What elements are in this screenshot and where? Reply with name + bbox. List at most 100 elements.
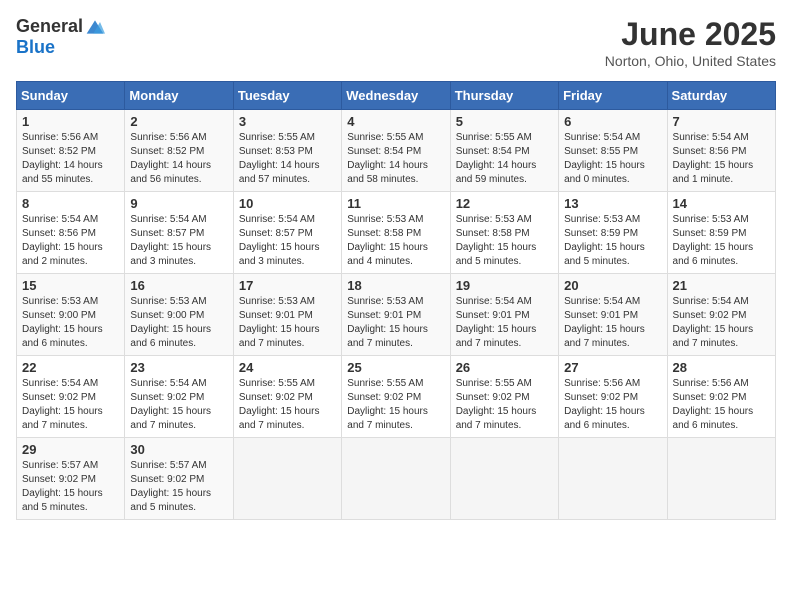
day-number: 7 bbox=[673, 114, 770, 129]
day-info: Sunrise: 5:54 AM Sunset: 9:01 PM Dayligh… bbox=[564, 295, 661, 351]
day-number: 29 bbox=[22, 442, 119, 457]
calendar-week-row: 29 Sunrise: 5:57 AM Sunset: 9:02 PM Dayli… bbox=[17, 438, 776, 520]
day-info: Sunrise: 5:54 AM Sunset: 9:02 PM Dayligh… bbox=[673, 295, 770, 351]
calendar-cell: 2 Sunrise: 5:56 AM Sunset: 8:52 PM Daylig… bbox=[125, 110, 233, 192]
calendar-cell: 8 Sunrise: 5:54 AM Sunset: 8:56 PM Daylig… bbox=[17, 192, 125, 274]
day-number: 22 bbox=[22, 360, 119, 375]
calendar-cell: 7 Sunrise: 5:54 AM Sunset: 8:56 PM Daylig… bbox=[667, 110, 775, 192]
logo-blue-text: Blue bbox=[16, 37, 55, 58]
calendar-cell: 22Sunrise: 5:54 AM Sunset: 9:02 PM Dayli… bbox=[17, 356, 125, 438]
location: Norton, Ohio, United States bbox=[605, 53, 776, 69]
day-info: Sunrise: 5:53 AM Sunset: 9:00 PM Dayligh… bbox=[130, 295, 227, 351]
logo: General Blue bbox=[16, 16, 105, 58]
day-number: 8 bbox=[22, 196, 119, 211]
day-number: 1 bbox=[22, 114, 119, 129]
calendar-cell: 5 Sunrise: 5:55 AM Sunset: 8:54 PM Daylig… bbox=[450, 110, 558, 192]
day-info: Sunrise: 5:54 AM Sunset: 8:56 PM Dayligh… bbox=[22, 213, 119, 269]
day-number: 14 bbox=[673, 196, 770, 211]
day-number: 9 bbox=[130, 196, 227, 211]
day-number: 30 bbox=[130, 442, 227, 457]
day-header-thursday: Thursday bbox=[450, 82, 558, 110]
day-info: Sunrise: 5:53 AM Sunset: 8:58 PM Dayligh… bbox=[456, 213, 553, 269]
calendar-cell: 26 Sunrise: 5:55 AM Sunset: 9:02 PM Dayli… bbox=[450, 356, 558, 438]
calendar-cell: 6 Sunrise: 5:54 AM Sunset: 8:55 PM Daylig… bbox=[559, 110, 667, 192]
day-info: Sunrise: 5:54 AM Sunset: 8:55 PM Dayligh… bbox=[564, 131, 661, 187]
day-number: 25 bbox=[347, 360, 444, 375]
calendar-week-row: 22 Sunrise: 5:54 AM Sunset: 9:02 PM Dayli… bbox=[17, 356, 776, 438]
day-number: 28 bbox=[673, 360, 770, 375]
calendar-cell: 17 Sunrise: 5:53 AM Sunset: 9:01 PM Dayli… bbox=[233, 274, 341, 356]
calendar-week-row: 1 Sunrise: 5:56 AM Sunset: 8:52 PM Daylig… bbox=[17, 110, 776, 192]
calendar-cell: 15 Sunrise: 5:53 AM Sunset: 9:00 PM Dayli… bbox=[17, 274, 125, 356]
day-header-monday: Monday bbox=[125, 82, 233, 110]
day-info: Sunrise: 5:55 AM Sunset: 9:02 PM Dayligh… bbox=[239, 377, 336, 433]
calendar-cell: 29 Sunrise: 5:57 AM Sunset: 9:02 PM Dayli… bbox=[17, 438, 125, 520]
logo-general-text: General bbox=[16, 16, 83, 37]
day-number: 13 bbox=[564, 196, 661, 211]
calendar-week-row: 8 Sunrise: 5:54 AM Sunset: 8:56 PM Daylig… bbox=[17, 192, 776, 274]
page-header: General Blue June 2025 Norton, Ohio, Uni… bbox=[16, 16, 776, 69]
calendar-cell: 1 Sunrise: 5:56 AM Sunset: 8:52 PM Daylig… bbox=[17, 110, 125, 192]
day-info: Sunrise: 5:54 AM Sunset: 9:02 PM Dayligh… bbox=[130, 377, 227, 433]
calendar-cell: 20 Sunrise: 5:54 AM Sunset: 9:01 PM Dayli… bbox=[559, 274, 667, 356]
day-number: 5 bbox=[456, 114, 553, 129]
day-info: Sunrise: 5:55 AM Sunset: 9:02 PM Dayligh… bbox=[347, 377, 444, 433]
day-number: 2 bbox=[130, 114, 227, 129]
day-number: 20 bbox=[564, 278, 661, 293]
calendar-cell: 13Sunrise: 5:53 AM Sunset: 8:59 PM Dayli… bbox=[559, 192, 667, 274]
day-number: 3 bbox=[239, 114, 336, 129]
month-title: June 2025 bbox=[605, 16, 776, 53]
day-number: 16 bbox=[130, 278, 227, 293]
calendar-cell: 9 Sunrise: 5:54 AM Sunset: 8:57 PM Daylig… bbox=[125, 192, 233, 274]
day-number: 6 bbox=[564, 114, 661, 129]
calendar-cell: 27Sunrise: 5:56 AM Sunset: 9:02 PM Dayli… bbox=[559, 356, 667, 438]
day-number: 15 bbox=[22, 278, 119, 293]
calendar-cell: 4 Sunrise: 5:55 AM Sunset: 8:54 PM Daylig… bbox=[342, 110, 450, 192]
calendar-week-row: 15 Sunrise: 5:53 AM Sunset: 9:00 PM Dayli… bbox=[17, 274, 776, 356]
day-number: 4 bbox=[347, 114, 444, 129]
day-info: Sunrise: 5:56 AM Sunset: 8:52 PM Dayligh… bbox=[22, 131, 119, 187]
title-section: June 2025 Norton, Ohio, United States bbox=[605, 16, 776, 69]
day-number: 24 bbox=[239, 360, 336, 375]
calendar-cell: 18 Sunrise: 5:53 AM Sunset: 9:01 PM Dayli… bbox=[342, 274, 450, 356]
calendar-header-row: SundayMondayTuesdayWednesdayThursdayFrid… bbox=[17, 82, 776, 110]
day-number: 26 bbox=[456, 360, 553, 375]
calendar-cell: 12 Sunrise: 5:53 AM Sunset: 8:58 PM Dayli… bbox=[450, 192, 558, 274]
day-number: 11 bbox=[347, 196, 444, 211]
calendar-cell: 10 Sunrise: 5:54 AM Sunset: 8:57 PM Dayli… bbox=[233, 192, 341, 274]
day-info: Sunrise: 5:57 AM Sunset: 9:02 PM Dayligh… bbox=[130, 459, 227, 515]
day-number: 17 bbox=[239, 278, 336, 293]
day-number: 21 bbox=[673, 278, 770, 293]
day-info: Sunrise: 5:54 AM Sunset: 9:01 PM Dayligh… bbox=[456, 295, 553, 351]
day-info: Sunrise: 5:53 AM Sunset: 9:00 PM Dayligh… bbox=[22, 295, 119, 351]
day-info: Sunrise: 5:54 AM Sunset: 8:57 PM Dayligh… bbox=[130, 213, 227, 269]
day-info: Sunrise: 5:54 AM Sunset: 8:56 PM Dayligh… bbox=[673, 131, 770, 187]
day-info: Sunrise: 5:53 AM Sunset: 9:01 PM Dayligh… bbox=[347, 295, 444, 351]
day-info: Sunrise: 5:57 AM Sunset: 9:02 PM Dayligh… bbox=[22, 459, 119, 515]
day-header-saturday: Saturday bbox=[667, 82, 775, 110]
day-info: Sunrise: 5:53 AM Sunset: 8:58 PM Dayligh… bbox=[347, 213, 444, 269]
day-number: 10 bbox=[239, 196, 336, 211]
day-info: Sunrise: 5:56 AM Sunset: 9:02 PM Dayligh… bbox=[564, 377, 661, 433]
day-info: Sunrise: 5:54 AM Sunset: 8:57 PM Dayligh… bbox=[239, 213, 336, 269]
day-number: 12 bbox=[456, 196, 553, 211]
calendar-cell: 25 Sunrise: 5:55 AM Sunset: 9:02 PM Dayli… bbox=[342, 356, 450, 438]
calendar-cell: 24 Sunrise: 5:55 AM Sunset: 9:02 PM Dayli… bbox=[233, 356, 341, 438]
day-info: Sunrise: 5:56 AM Sunset: 8:52 PM Dayligh… bbox=[130, 131, 227, 187]
day-info: Sunrise: 5:55 AM Sunset: 8:53 PM Dayligh… bbox=[239, 131, 336, 187]
calendar-cell bbox=[559, 438, 667, 520]
day-info: Sunrise: 5:53 AM Sunset: 8:59 PM Dayligh… bbox=[673, 213, 770, 269]
day-info: Sunrise: 5:53 AM Sunset: 9:01 PM Dayligh… bbox=[239, 295, 336, 351]
day-header-friday: Friday bbox=[559, 82, 667, 110]
day-info: Sunrise: 5:55 AM Sunset: 8:54 PM Dayligh… bbox=[347, 131, 444, 187]
calendar-cell bbox=[450, 438, 558, 520]
day-number: 23 bbox=[130, 360, 227, 375]
calendar-cell: 30 Sunrise: 5:57 AM Sunset: 9:02 PM Dayli… bbox=[125, 438, 233, 520]
day-number: 18 bbox=[347, 278, 444, 293]
calendar-cell: 14 Sunrise: 5:53 AM Sunset: 8:59 PM Dayli… bbox=[667, 192, 775, 274]
calendar-cell: 11 Sunrise: 5:53 AM Sunset: 8:58 PM Dayli… bbox=[342, 192, 450, 274]
day-info: Sunrise: 5:55 AM Sunset: 9:02 PM Dayligh… bbox=[456, 377, 553, 433]
calendar-cell: 16 Sunrise: 5:53 AM Sunset: 9:00 PM Dayli… bbox=[125, 274, 233, 356]
day-info: Sunrise: 5:55 AM Sunset: 8:54 PM Dayligh… bbox=[456, 131, 553, 187]
calendar-cell: 3 Sunrise: 5:55 AM Sunset: 8:53 PM Daylig… bbox=[233, 110, 341, 192]
